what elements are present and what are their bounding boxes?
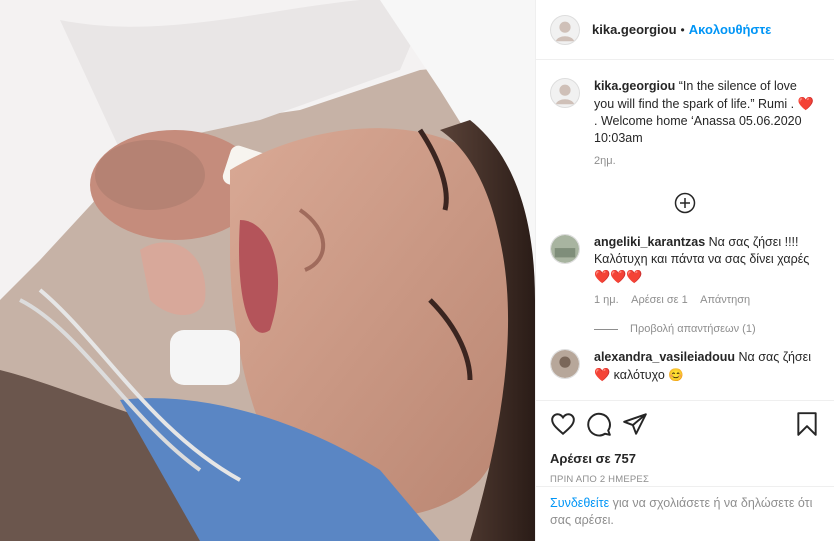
heart-emoji: ❤️ (797, 96, 814, 111)
commenter-avatar[interactable] (550, 349, 580, 379)
reply-button[interactable]: Απάντηση (700, 294, 750, 306)
caption-avatar[interactable] (550, 78, 580, 108)
caption-meta: 2ημ. (594, 153, 820, 170)
action-icons (550, 411, 820, 437)
caption-text-2: . Welcome home ‘Anassa (594, 114, 736, 128)
newborn-photo-image (0, 0, 535, 541)
likes-count[interactable]: Αρέσει σε 757 (550, 451, 820, 466)
login-link[interactable]: Συνδεθείτε (550, 496, 609, 510)
comment-text-block: angeliki_karantzas Να σας ζήσει !!!! Καλ… (594, 234, 820, 309)
comment-username[interactable]: angeliki_karantzas (594, 235, 705, 249)
comment-text: Να σας ζήσει (738, 350, 811, 364)
instagram-post: kika.georgiou • Ακολουθήστε kika.georgio… (0, 0, 834, 541)
plus-circle-icon[interactable] (674, 192, 696, 214)
comment-item: alexandra_vasileiadouu Να σας ζήσει ❤️ κ… (550, 349, 820, 384)
comment-text-block: alexandra_vasileiadouu Να σας ζήσει ❤️ κ… (594, 349, 820, 384)
comment-text-2: καλότυχο (613, 368, 665, 382)
view-replies-label: Προβολή απαντήσεων (1) (630, 323, 756, 335)
comment-age[interactable]: 1 ημ. (594, 294, 619, 306)
comment-likes[interactable]: Αρέσει σε 1 (631, 294, 688, 306)
view-replies-button[interactable]: Προβολή απαντήσεων (1) (594, 323, 820, 335)
comment-icon[interactable] (586, 411, 612, 437)
comment-username[interactable]: alexandra_vasileiadouu (594, 350, 735, 364)
caption-age[interactable]: 2ημ. (594, 155, 616, 167)
commenter-avatar[interactable] (550, 234, 580, 264)
caption: kika.georgiou “In the silence of love yo… (550, 78, 820, 170)
post-header: kika.georgiou • Ακολουθήστε (536, 0, 834, 60)
heart-emoji: ❤️ (594, 367, 611, 382)
login-prompt: Συνδεθείτε για να σχολιάσετε ή να δηλώσε… (536, 486, 834, 537)
author-username[interactable]: kika.georgiou (592, 22, 677, 37)
author-avatar[interactable] (550, 14, 580, 45)
hearts-emoji: ❤️❤️❤️ (594, 269, 643, 284)
share-icon[interactable] (622, 411, 648, 437)
caption-text-block: kika.georgiou “In the silence of love yo… (594, 78, 820, 170)
post-sidebar: kika.georgiou • Ακολουθήστε kika.georgio… (535, 0, 834, 541)
smile-emoji: 😊 (668, 368, 684, 382)
post-actions: Αρέσει σε 757 ΠΡΙΝ ΑΠΟ 2 ΗΜΕΡΕΣ (536, 400, 834, 485)
separator-dot: • (680, 22, 685, 37)
post-photo[interactable] (0, 0, 535, 541)
caption-username[interactable]: kika.georgiou (594, 79, 675, 93)
comment-item: angeliki_karantzas Να σας ζήσει !!!! Καλ… (550, 234, 820, 309)
comment-meta: 1 ημ. Αρέσει σε 1 Απάντηση (594, 292, 820, 309)
replies-line (594, 328, 618, 330)
post-timestamp[interactable]: ΠΡΙΝ ΑΠΟ 2 ΗΜΕΡΕΣ (550, 474, 820, 485)
follow-button[interactable]: Ακολουθήστε (689, 22, 772, 37)
comments-list[interactable]: kika.georgiou “In the silence of love yo… (536, 60, 834, 399)
bookmark-icon[interactable] (794, 411, 820, 437)
like-icon[interactable] (550, 411, 576, 437)
